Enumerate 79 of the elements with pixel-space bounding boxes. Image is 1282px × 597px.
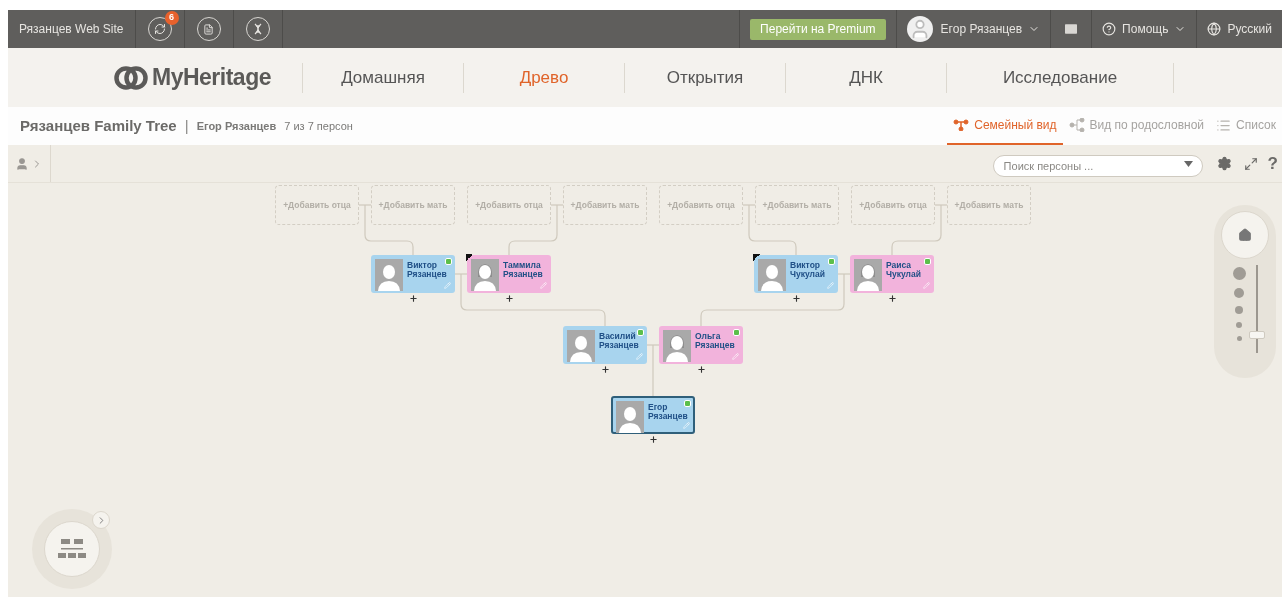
match-icon[interactable] bbox=[733, 329, 740, 336]
avatar-icon bbox=[663, 330, 691, 362]
logo-icon[interactable] bbox=[114, 63, 148, 92]
edit-icon[interactable] bbox=[444, 282, 451, 289]
person-card[interactable]: Егор Рязанцев bbox=[611, 396, 695, 434]
person-card[interactable]: Ольга Рязанцев bbox=[659, 326, 743, 364]
nav-item[interactable]: Открытия bbox=[625, 64, 785, 91]
person-card[interactable]: Раиса Чукулай bbox=[850, 255, 934, 293]
nav-item[interactable]: ДНК bbox=[786, 64, 946, 91]
view-tab[interactable]: Вид по родословной bbox=[1062, 107, 1211, 145]
add-icon[interactable] bbox=[791, 294, 801, 303]
nav-item[interactable]: Исследование bbox=[947, 64, 1173, 91]
avatar-icon bbox=[567, 330, 595, 362]
mail-icon[interactable] bbox=[1063, 21, 1080, 37]
add-icon[interactable] bbox=[887, 294, 897, 303]
sync-icon bbox=[153, 23, 166, 35]
person-count: 7 из 7 персон bbox=[284, 118, 353, 134]
tree-title: Рязанцев Family Tree bbox=[20, 115, 177, 136]
user-avatar-icon[interactable] bbox=[906, 16, 933, 42]
avatar-icon bbox=[471, 259, 499, 291]
add-icon[interactable] bbox=[696, 365, 706, 374]
person-name: Раиса Чукулай bbox=[886, 261, 921, 279]
zoom-slider-thumb[interactable] bbox=[1248, 331, 1265, 340]
notification-badge: 6 bbox=[164, 11, 179, 25]
edit-icon[interactable] bbox=[732, 353, 739, 360]
home-icon[interactable] bbox=[1238, 228, 1252, 242]
expand-icon[interactable] bbox=[92, 511, 110, 529]
fullscreen-icon[interactable] bbox=[1243, 156, 1258, 171]
person-card[interactable]: Василий Рязанцев bbox=[563, 326, 647, 364]
help-button[interactable]: ? bbox=[1267, 150, 1278, 177]
add-icon[interactable] bbox=[504, 294, 514, 303]
family-view-icon bbox=[953, 119, 970, 131]
nav-item[interactable]: Домашняя bbox=[303, 64, 463, 91]
add-icon[interactable] bbox=[408, 294, 418, 303]
person-name: Таммила Рязанцев bbox=[503, 261, 543, 279]
avatar-icon bbox=[616, 401, 644, 433]
person-name: Ольга Рязанцев bbox=[695, 332, 735, 350]
person-name: Виктор Рязанцев bbox=[407, 261, 447, 279]
person-card[interactable]: Виктор Рязанцев bbox=[371, 255, 455, 293]
person-name: Виктор Чукулай bbox=[790, 261, 825, 279]
person-name: Егор Рязанцев bbox=[648, 403, 688, 421]
help-menu[interactable]: Помощь bbox=[1122, 20, 1187, 38]
match-icon[interactable] bbox=[684, 400, 691, 407]
user-menu[interactable]: Егор Рязанцев bbox=[940, 20, 1041, 38]
globe-icon bbox=[1207, 22, 1222, 36]
person-name: Василий Рязанцев bbox=[599, 332, 639, 350]
view-tab[interactable]: Список bbox=[1210, 107, 1282, 145]
separator: | bbox=[184, 115, 189, 136]
tree-layout-icon bbox=[58, 539, 86, 559]
avatar-icon bbox=[375, 259, 403, 291]
person-search-field[interactable]: Поиск персоны ... bbox=[992, 154, 1203, 177]
add-icon[interactable] bbox=[600, 365, 610, 374]
help-icon bbox=[1102, 22, 1117, 36]
settings-icon[interactable] bbox=[1216, 156, 1232, 171]
document-icon bbox=[203, 23, 214, 35]
avatar-icon bbox=[758, 259, 786, 291]
person-card[interactable]: Виктор Чукулай bbox=[754, 255, 838, 293]
nav-item[interactable]: Древо bbox=[464, 64, 624, 91]
list-view-icon bbox=[1216, 117, 1232, 133]
pedigree-view-icon bbox=[1068, 118, 1085, 132]
dropdown-arrow-icon[interactable] bbox=[1183, 160, 1193, 167]
person-link[interactable]: Егор Рязанцев bbox=[196, 117, 277, 135]
dna-icon bbox=[252, 23, 263, 35]
match-icon[interactable] bbox=[637, 329, 644, 336]
language-menu[interactable]: Русский bbox=[1227, 20, 1272, 38]
person-icon bbox=[15, 156, 29, 171]
edit-icon[interactable] bbox=[827, 282, 834, 289]
match-icon[interactable] bbox=[445, 258, 452, 265]
match-icon[interactable] bbox=[924, 258, 931, 265]
edit-icon[interactable] bbox=[923, 282, 930, 289]
match-icon[interactable] bbox=[828, 258, 835, 265]
avatar-icon bbox=[854, 259, 882, 291]
add-icon[interactable] bbox=[648, 435, 658, 444]
edit-icon[interactable] bbox=[636, 353, 643, 360]
edit-icon[interactable] bbox=[683, 422, 690, 429]
pan-control[interactable] bbox=[1221, 211, 1269, 259]
person-card[interactable]: Таммила Рязанцев bbox=[467, 255, 551, 293]
logo-text[interactable]: MyHeritage bbox=[152, 60, 271, 95]
edit-icon[interactable] bbox=[540, 282, 547, 289]
